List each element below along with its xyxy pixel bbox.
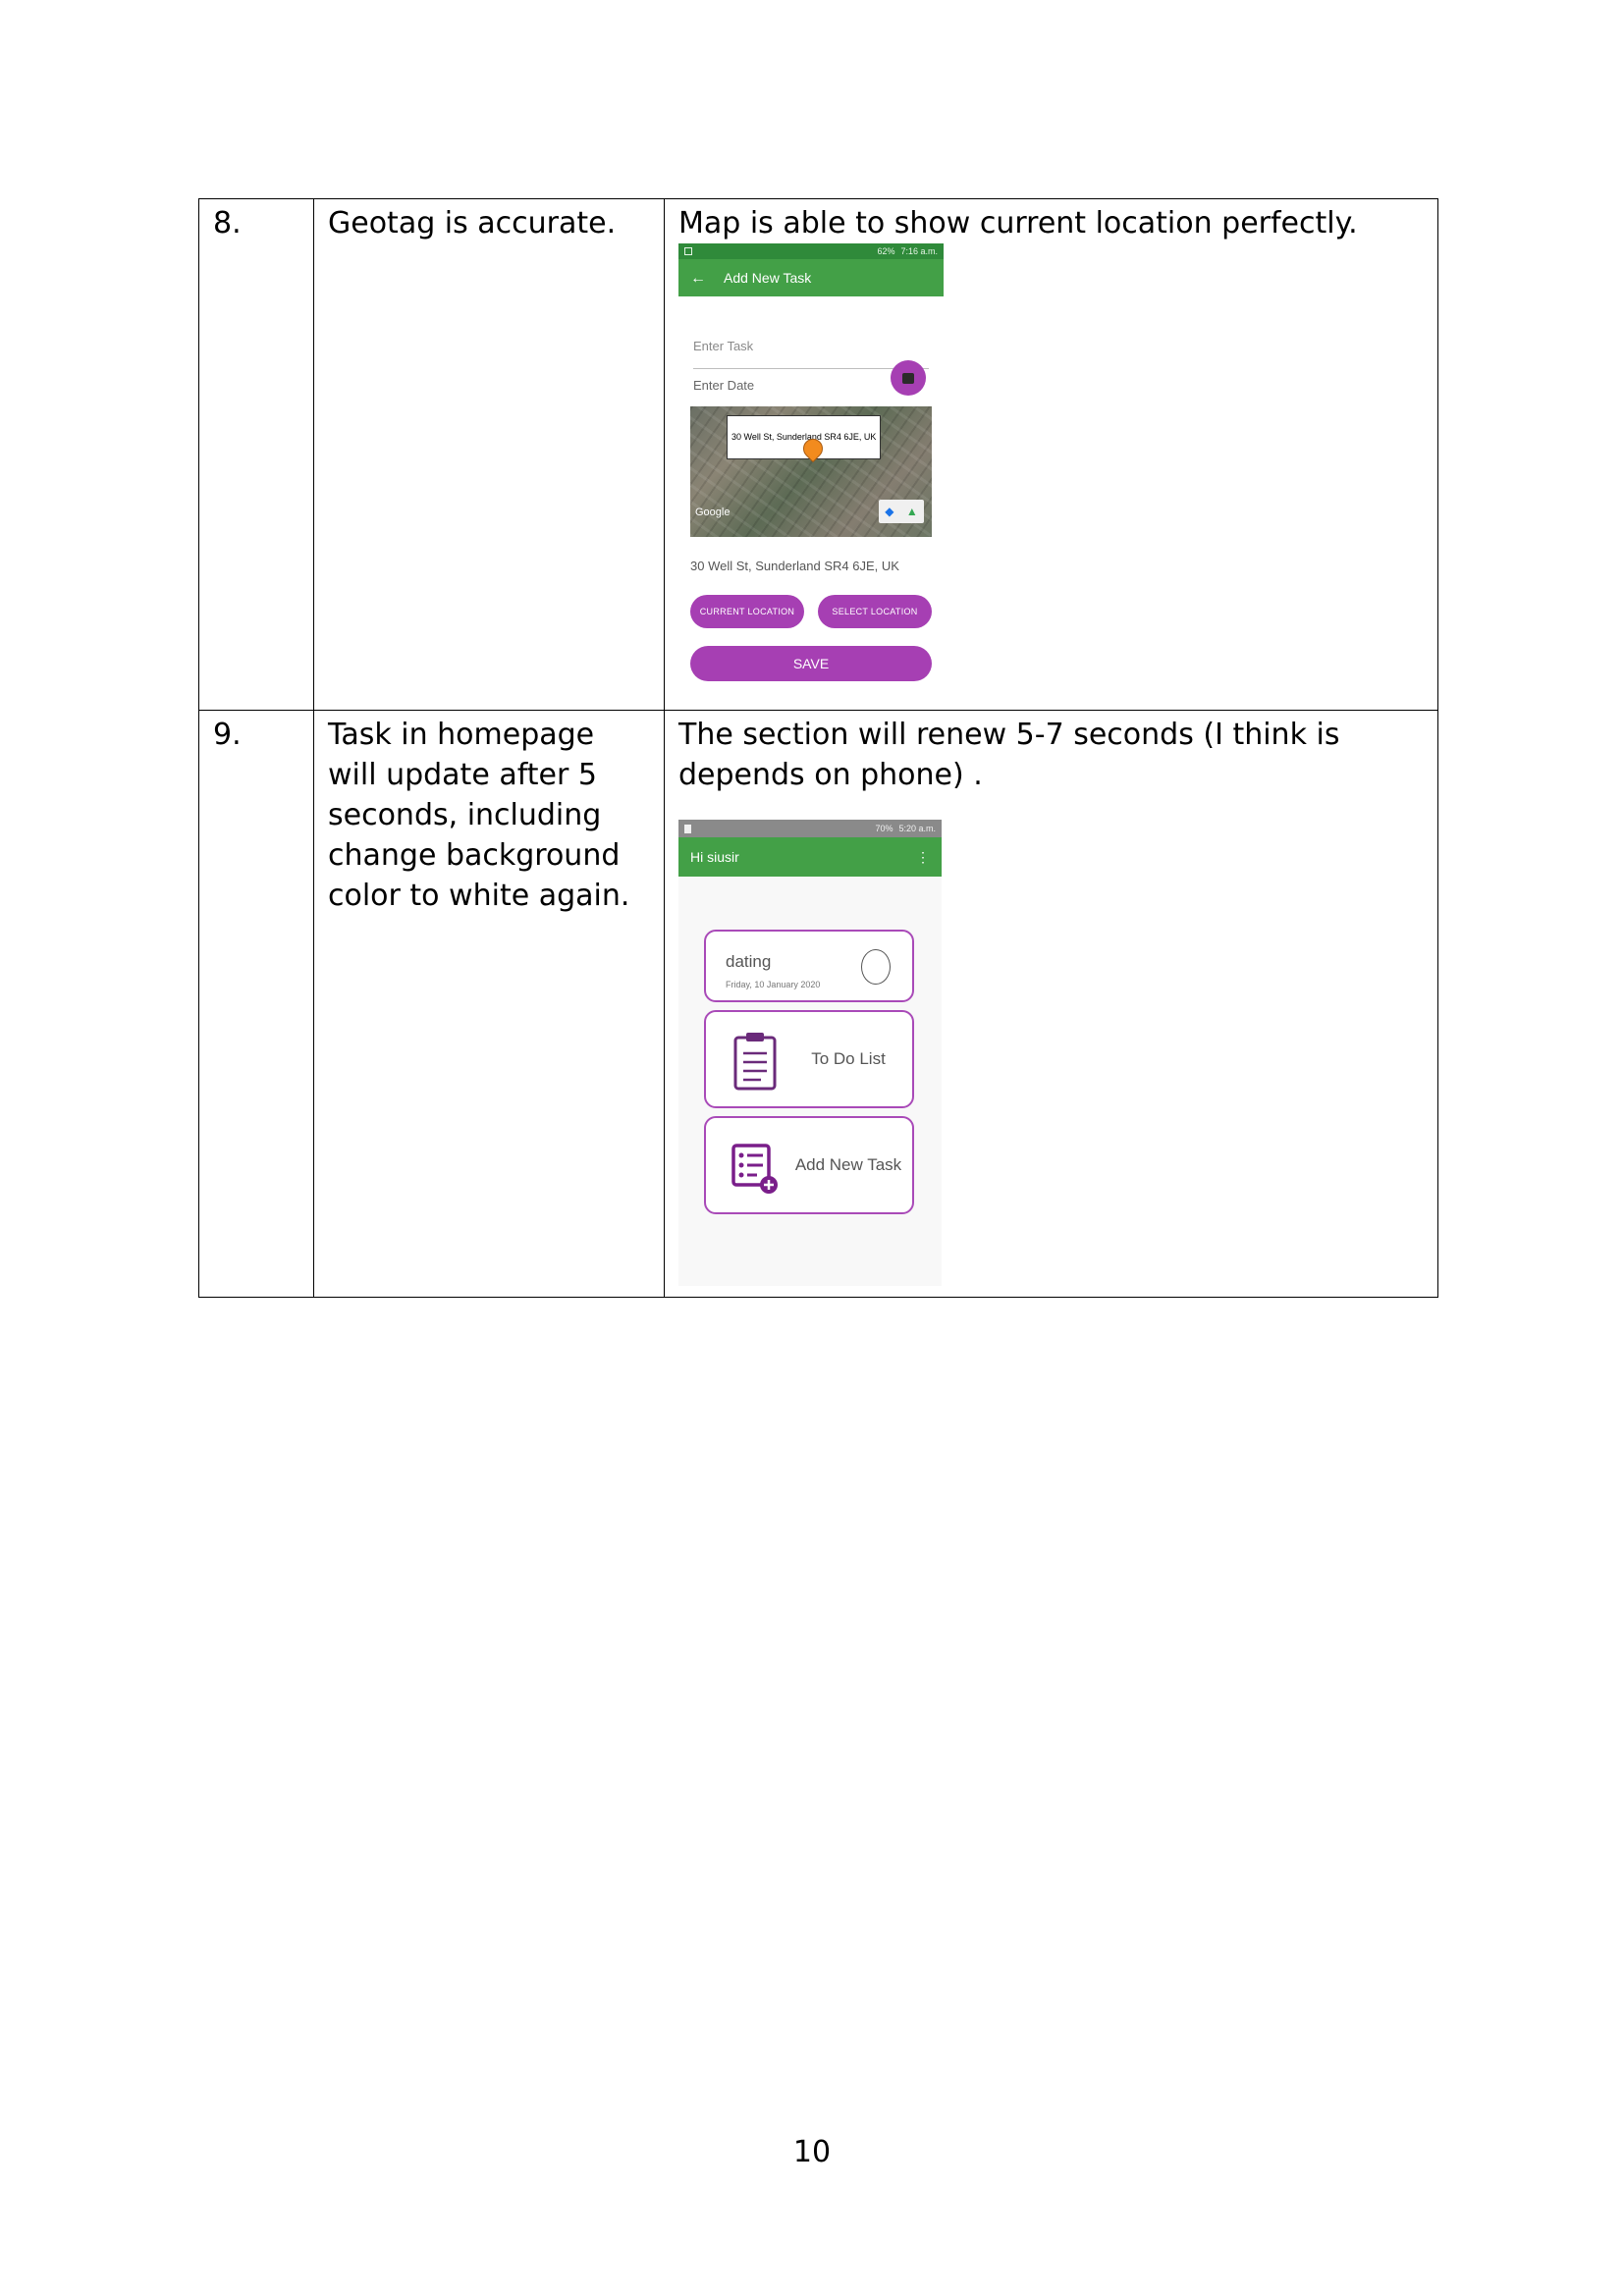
map-view[interactable]: 30 Well St, Sunderland SR4 6JE, UK Googl… [690, 406, 932, 537]
directions-icon[interactable]: ◆ [885, 492, 893, 532]
app-bar-title: Hi siusir [690, 848, 739, 865]
test-result: Map is able to show current location per… [678, 206, 1358, 240]
add-task-card[interactable]: Add New Task [704, 1116, 914, 1214]
app-bar: Hi siusir ⋮ [678, 837, 942, 877]
test-description: Task in homepage will update after 5 sec… [328, 718, 630, 913]
table-row: 8. Geotag is accurate. Map is able to sh… [198, 198, 1438, 711]
homepage-screenshot: 70% 5:20 a.m. Hi siusir ⋮ dating Friday,… [678, 820, 942, 1286]
todo-list-label: To Do List [811, 1049, 886, 1068]
calendar-icon [902, 372, 914, 384]
row-number: 8. [213, 206, 242, 240]
task-date: Friday, 10 January 2020 [726, 980, 821, 989]
status-bar: 70% 5:20 a.m. [678, 820, 942, 837]
notification-icon [684, 247, 692, 255]
todo-list-card[interactable]: To Do List [704, 1010, 914, 1108]
map-attribution: Google [695, 507, 731, 518]
page-number: 10 [792, 2135, 832, 2169]
notification-icon [684, 824, 691, 833]
task-card[interactable]: dating Friday, 10 January 2020 [704, 930, 914, 1002]
address-text: 30 Well St, Sunderland SR4 6JE, UK [690, 559, 899, 573]
overflow-menu-icon[interactable]: ⋮ [916, 837, 930, 878]
map-toolbar: ◆ ▲ [879, 500, 924, 523]
clipboard-icon [733, 1033, 777, 1091]
status-time: 7:16 a.m. [900, 245, 938, 256]
add-list-icon [731, 1144, 778, 1194]
test-description: Geotag is accurate. [328, 206, 617, 240]
add-task-screenshot: 62% 7:16 a.m. ← Add New Task Enter Task … [678, 243, 944, 685]
save-button[interactable]: SAVE [690, 646, 932, 681]
task-checkbox[interactable] [861, 949, 891, 985]
test-results-table: 8. Geotag is accurate. Map is able to sh… [198, 198, 1438, 1298]
row-number: 9. [213, 718, 242, 752]
test-result: The section will renew 5-7 seconds (I th… [678, 718, 1340, 792]
calendar-button[interactable] [891, 360, 926, 396]
open-maps-icon[interactable]: ▲ [906, 492, 918, 532]
table-row: 9. Task in homepage will update after 5 … [198, 710, 1438, 1298]
back-arrow-icon[interactable]: ← [684, 258, 712, 298]
current-location-button[interactable]: CURRENT LOCATION [690, 595, 804, 628]
add-task-label: Add New Task [794, 1155, 902, 1174]
battery-level: 62% [877, 245, 895, 256]
select-location-button[interactable]: SELECT LOCATION [818, 595, 932, 628]
task-input[interactable]: Enter Task [693, 326, 929, 369]
app-bar-title: Add New Task [724, 269, 812, 286]
